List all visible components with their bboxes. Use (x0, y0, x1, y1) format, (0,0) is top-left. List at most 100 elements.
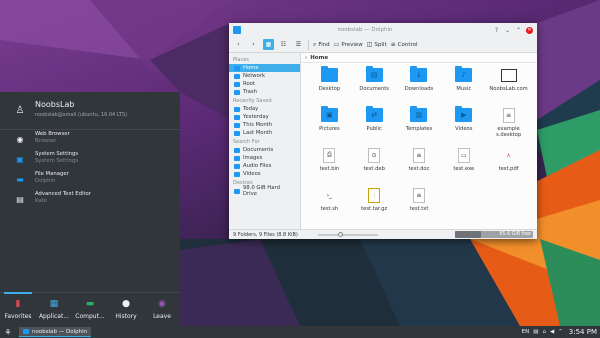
file-item[interactable]: ⋏ test.pdf (486, 147, 531, 181)
file-item[interactable]: ▭ test.exe (441, 147, 486, 181)
tab-label: History (115, 313, 137, 320)
zoom-slider-handle[interactable] (337, 231, 343, 237)
favorite-file-manager[interactable]: ▬ File Manager Dolphin (14, 171, 180, 191)
dolphin-window[interactable]: noobslab — Dolphin ? ⌄ ⌃ ✕ ‹ › ▦ ☷ ☰ ⌕ F… (229, 23, 537, 239)
breadcrumb-home[interactable]: Home (310, 55, 328, 61)
icons-view-button[interactable]: ▦ (263, 39, 274, 50)
file-item[interactable]: ≡ test.doc (397, 147, 442, 181)
window-titlebar[interactable]: noobslab — Dolphin ? ⌄ ⌃ ✕ (229, 23, 537, 37)
file-name: test.deb (363, 166, 385, 172)
keyboard-layout[interactable]: EN (522, 329, 530, 335)
clock[interactable]: 3:54 PM (569, 328, 597, 336)
file-item[interactable]: ›_ test.sh (307, 187, 352, 221)
favorite-system-settings[interactable]: ▣ System Settings System Settings (14, 151, 180, 171)
folder-icon (320, 66, 338, 83)
places-item-trash[interactable]: Trash (229, 88, 300, 96)
file-view[interactable]: › Home Desktop ▤ Documents ↓ Downloads ♪ Music… (301, 53, 537, 229)
places-section-title: Search For (233, 139, 260, 145)
file-item[interactable]: NoobsLab.com (486, 67, 531, 101)
folder-item[interactable]: ▣ Pictures (307, 106, 352, 141)
preview-icon: ▭ (333, 41, 340, 48)
launcher-header: ♙ NoobsLab noobslab@xmail.(ubuntu, 16.04… (0, 92, 180, 130)
places-item-yesterday[interactable]: Yesterday (229, 113, 300, 121)
calendar-icon (234, 122, 240, 128)
network-icon[interactable]: ⌂ (542, 329, 546, 335)
back-icon[interactable]: ‹ (233, 39, 244, 50)
tab-leave[interactable]: ◉ Leave (144, 293, 180, 326)
zoom-slider[interactable] (317, 231, 378, 237)
folder-icon: ▶ (455, 106, 473, 123)
places-item-documents[interactable]: Documents (229, 146, 300, 154)
expand-tray-icon[interactable]: ⌃ (558, 329, 563, 335)
places-item-98-0-gib-hard-drive[interactable]: 98.0 GiB Hard Drive (229, 185, 300, 197)
file-name: test.doc (408, 166, 430, 172)
details-view-button[interactable]: ☰ (293, 39, 304, 50)
file-icon: ⎙ (321, 147, 338, 163)
dolphin-app-icon[interactable] (233, 26, 241, 34)
file-item[interactable]: ⊙ test.deb (352, 147, 397, 181)
favorite-subtitle: Kate (35, 198, 47, 204)
minimize-icon[interactable]: ⌄ (504, 27, 511, 34)
file-item[interactable]: ≡ test.txt (397, 187, 442, 221)
folder-item[interactable]: ▶ Videos (441, 106, 486, 141)
file-item[interactable]: ≡ example s.desktop (486, 107, 531, 141)
places-item-network[interactable]: Network (229, 72, 300, 80)
volume-icon[interactable]: ◀ (550, 329, 554, 335)
task-dolphin[interactable]: noobslab — Dolphin (19, 327, 92, 337)
help-icon[interactable]: ? (493, 27, 500, 34)
control-button[interactable]: ≡ Control (391, 41, 418, 48)
places-item-today[interactable]: Today (229, 105, 300, 113)
launcher-button-icon[interactable]: ⚘ (3, 327, 13, 337)
user-avatar-icon[interactable]: ♙ (14, 103, 26, 117)
clipboard-icon[interactable]: ▤ (533, 329, 538, 335)
places-item-root[interactable]: Root (229, 80, 300, 88)
places-item-last-month[interactable]: Last Month (229, 129, 300, 137)
preview-button[interactable]: ▭ Preview (334, 41, 363, 48)
folder-item[interactable]: Desktop (307, 66, 352, 101)
search-icon: ⌕ (313, 40, 317, 48)
places-item-images[interactable]: Images (229, 154, 300, 162)
tab-label: Applicat... (38, 313, 70, 320)
places-item-label: Trash (243, 89, 257, 95)
places-item-label: Videos (243, 171, 261, 177)
find-button[interactable]: ⌕ Find (313, 41, 330, 49)
free-space-fill (455, 231, 481, 238)
tab-favorites[interactable]: ▮ Favorites (0, 292, 36, 326)
folder-item[interactable]: ↓ Downloads (397, 66, 442, 101)
places-item-audio-files[interactable]: Audio Files (229, 162, 300, 170)
file-name: Videos (455, 126, 473, 132)
folder-item[interactable]: ▥ Templates (397, 106, 442, 141)
breadcrumb[interactable]: › Home (301, 53, 537, 63)
places-item-label: Documents (243, 147, 274, 153)
toolbar-divider (308, 39, 309, 50)
file-name: example s.desktop (496, 126, 522, 138)
folder-item[interactable]: ♪ Music (441, 66, 486, 101)
file-item[interactable]: ⋮ test.tar.gz (352, 187, 397, 221)
settings-icon: ▣ (16, 154, 24, 164)
close-icon[interactable]: ✕ (526, 26, 533, 34)
tab-history[interactable]: ● History (108, 293, 144, 326)
find-label: Find (318, 41, 330, 48)
favorite-web-browser[interactable]: ◉ Web Browser Browser (14, 131, 180, 151)
tab-applications[interactable]: ▦ Applicat... (36, 293, 72, 326)
file-name: test.bin (319, 166, 340, 172)
places-item-home[interactable]: Home (229, 64, 300, 72)
tab-computer[interactable]: ▬ Comput... (72, 293, 108, 326)
folder-item[interactable]: ⇄ Public (352, 106, 397, 141)
file-item[interactable]: ⎙ test.bin (307, 147, 352, 181)
places-item-label: Audio Files (243, 163, 272, 169)
compact-view-button[interactable]: ☷ (278, 39, 289, 50)
file-name: Desktop (318, 86, 341, 92)
favorite-advanced-text-editor[interactable]: ▤ Advanced Text Editor Kate (14, 191, 180, 211)
favorite-subtitle: System Settings (35, 158, 79, 164)
maximize-icon[interactable]: ⌃ (515, 27, 522, 34)
folder-item[interactable]: ▤ Documents (352, 66, 397, 101)
places-item-this-month[interactable]: This Month (229, 121, 300, 129)
folder-icon: ⇄ (365, 106, 383, 123)
places-item-videos[interactable]: Videos (229, 170, 300, 178)
favorite-title: System Settings (35, 151, 79, 157)
preview-label: Preview (341, 41, 363, 48)
split-button[interactable]: ◫ Split (367, 41, 387, 48)
forward-icon[interactable]: › (248, 39, 259, 50)
document-icon (234, 147, 240, 153)
